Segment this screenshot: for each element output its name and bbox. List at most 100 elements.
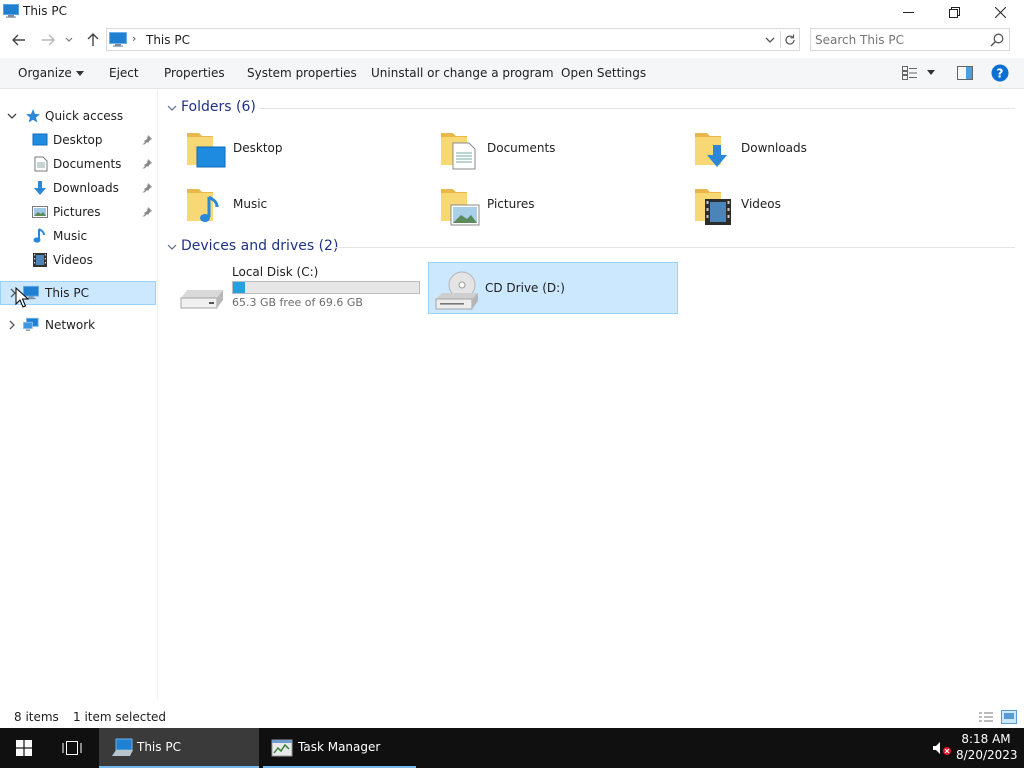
pin-icon[interactable] bbox=[141, 182, 153, 194]
this-pc-icon bbox=[23, 285, 39, 300]
nav-label-music: Music bbox=[53, 229, 88, 243]
properties-button[interactable]: Properties bbox=[164, 66, 225, 80]
this-pc-icon bbox=[109, 32, 127, 47]
pictures-folder-icon bbox=[441, 189, 480, 226]
folder-label-videos: Videos bbox=[741, 197, 781, 211]
drives-group-header[interactable]: Devices and drives (2) bbox=[163, 236, 1015, 258]
nav-item-desktop[interactable]: Desktop bbox=[0, 128, 156, 152]
chevron-down-icon[interactable] bbox=[6, 110, 18, 122]
system-clock[interactable]: 8:18 AM 8/20/2023 bbox=[956, 731, 1018, 763]
organize-label: Organize bbox=[18, 66, 72, 80]
minimize-icon bbox=[902, 11, 914, 13]
close-icon bbox=[994, 6, 1006, 18]
downloads-folder-icon bbox=[695, 133, 727, 167]
nav-label-downloads: Downloads bbox=[53, 181, 119, 195]
large-icons-view-icon[interactable] bbox=[1001, 710, 1017, 724]
chevron-right-icon[interactable] bbox=[6, 319, 18, 331]
pin-icon[interactable] bbox=[141, 158, 153, 170]
drive-name-d: CD Drive (D:) bbox=[485, 281, 565, 295]
nav-item-music[interactable]: Music bbox=[0, 224, 156, 248]
speaker-muted-icon[interactable] bbox=[932, 740, 952, 756]
preview-pane-icon[interactable] bbox=[957, 66, 973, 80]
task-view-icon bbox=[62, 741, 82, 755]
change-view-icon[interactable] bbox=[902, 66, 918, 80]
file-explorer-icon bbox=[112, 738, 133, 756]
chevron-down-icon[interactable] bbox=[166, 241, 178, 253]
title-bar: This PC bbox=[0, 0, 1024, 24]
organize-menu-button[interactable]: Organize bbox=[18, 66, 84, 80]
folder-tile-videos[interactable]: Videos bbox=[689, 179, 939, 231]
open-settings-button[interactable]: Open Settings bbox=[561, 66, 646, 80]
arrow-up-icon bbox=[87, 33, 99, 46]
nav-label-desktop: Desktop bbox=[53, 133, 103, 147]
download-arrow-icon bbox=[34, 181, 46, 195]
taskbar-app-task-manager[interactable]: Task Manager bbox=[263, 728, 416, 768]
file-explorer-window: This PC › This PC Search This PC Organiz… bbox=[0, 0, 1024, 728]
minimize-button[interactable] bbox=[885, 0, 931, 24]
recent-locations-button[interactable] bbox=[62, 30, 76, 50]
pictures-icon bbox=[32, 206, 48, 218]
chevron-down-icon bbox=[765, 37, 775, 43]
search-icon[interactable] bbox=[989, 32, 1005, 48]
address-bar[interactable]: › This PC bbox=[106, 28, 800, 51]
navigation-row: › This PC bbox=[0, 26, 1024, 54]
up-button[interactable] bbox=[82, 30, 104, 50]
restore-button[interactable] bbox=[931, 0, 977, 24]
back-button[interactable] bbox=[8, 30, 30, 50]
close-button[interactable] bbox=[977, 0, 1023, 24]
arrow-left-icon bbox=[12, 34, 25, 46]
folder-tile-documents[interactable]: Documents bbox=[435, 123, 685, 175]
nav-label-pictures: Pictures bbox=[53, 205, 101, 219]
address-dropdown-button[interactable] bbox=[762, 31, 778, 48]
pin-icon[interactable] bbox=[141, 206, 153, 218]
clock-time: 8:18 AM bbox=[961, 732, 1011, 746]
pane-divider bbox=[157, 90, 158, 700]
search-input[interactable] bbox=[815, 31, 985, 48]
help-icon[interactable]: ? bbox=[991, 64, 1009, 82]
folder-tile-music[interactable]: Music bbox=[181, 179, 431, 231]
start-button[interactable] bbox=[0, 728, 48, 768]
forward-button[interactable] bbox=[37, 30, 59, 50]
folders-group-header[interactable]: Folders (6) bbox=[163, 97, 1015, 119]
nav-item-this-pc[interactable]: This PC bbox=[0, 281, 156, 305]
caret-down-icon bbox=[75, 71, 84, 76]
breadcrumb-this-pc[interactable]: This PC bbox=[146, 33, 190, 47]
chevron-down-icon[interactable] bbox=[166, 102, 178, 114]
folder-label-desktop: Desktop bbox=[233, 141, 283, 155]
nav-item-documents[interactable]: Documents bbox=[0, 152, 156, 176]
folder-label-downloads: Downloads bbox=[741, 141, 807, 155]
nav-item-videos[interactable]: Videos bbox=[0, 248, 156, 272]
folder-tile-desktop[interactable]: Desktop bbox=[181, 123, 431, 175]
folder-tile-downloads[interactable]: Downloads bbox=[689, 123, 939, 175]
taskbar-app-this-pc[interactable]: This PC bbox=[99, 728, 259, 768]
search-box[interactable] bbox=[810, 28, 1010, 51]
windows-logo-icon bbox=[16, 740, 32, 756]
nav-item-network[interactable]: Network bbox=[0, 313, 156, 337]
folder-tile-pictures[interactable]: Pictures bbox=[435, 179, 685, 231]
music-note-icon bbox=[33, 228, 45, 243]
nav-item-quick-access[interactable]: Quick access bbox=[0, 104, 156, 128]
folders-group-title: Folders (6) bbox=[181, 99, 256, 115]
task-view-button[interactable] bbox=[48, 728, 96, 768]
drive-tile-cd-drive-d[interactable]: CD Drive (D:) bbox=[428, 262, 678, 314]
status-item-count: 8 items bbox=[14, 710, 59, 724]
eject-button[interactable]: Eject bbox=[109, 66, 139, 80]
view-options-caret-icon[interactable] bbox=[927, 70, 935, 76]
drives-group-title: Devices and drives (2) bbox=[181, 238, 339, 254]
group-divider-line bbox=[335, 247, 1015, 248]
window-title: This PC bbox=[23, 4, 67, 18]
refresh-button[interactable] bbox=[780, 31, 798, 48]
uninstall-program-button[interactable]: Uninstall or change a program bbox=[371, 66, 554, 80]
chevron-right-icon[interactable] bbox=[7, 287, 19, 299]
drive-name-c: Local Disk (C:) bbox=[232, 265, 319, 279]
drive-tile-local-disk-c[interactable]: Local Disk (C:) 65.3 GB free of 69.6 GB bbox=[174, 262, 424, 314]
pin-icon[interactable] bbox=[141, 134, 153, 146]
hard-drive-icon bbox=[180, 290, 223, 309]
star-icon bbox=[26, 109, 40, 123]
folder-label-documents: Documents bbox=[487, 141, 556, 155]
drive-usage-fill-c bbox=[233, 282, 245, 293]
nav-item-downloads[interactable]: Downloads bbox=[0, 176, 156, 200]
system-properties-button[interactable]: System properties bbox=[247, 66, 357, 80]
details-view-icon[interactable] bbox=[978, 710, 994, 724]
nav-item-pictures[interactable]: Pictures bbox=[0, 200, 156, 224]
